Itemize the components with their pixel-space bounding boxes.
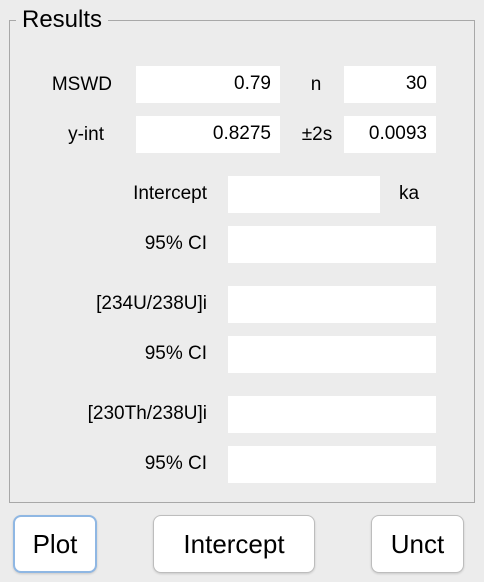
intercept-ci-field[interactable] — [228, 226, 436, 263]
n-label: n — [310, 74, 322, 95]
u234-u238-label: [234U/238U]i — [96, 293, 207, 314]
two-sigma-field[interactable]: 0.0093 — [344, 116, 436, 153]
u234-ci-label: 95% CI — [144, 343, 207, 364]
u234-u238-field[interactable] — [228, 286, 436, 323]
yint-label: y-int — [68, 124, 104, 145]
intercept-label: Intercept — [133, 183, 207, 204]
intercept-unit-label: ka — [399, 183, 420, 204]
plot-button[interactable]: Plot — [13, 515, 97, 573]
n-field[interactable]: 30 — [344, 66, 436, 103]
two-sigma-label: ±2s — [301, 124, 333, 145]
yint-field[interactable]: 0.8275 — [136, 116, 280, 153]
panel-title: Results — [16, 5, 109, 35]
intercept-button[interactable]: Intercept — [153, 515, 315, 573]
mswd-field[interactable]: 0.79 — [136, 66, 280, 103]
th230-u238-label: [230Th/238U]i — [87, 403, 207, 424]
th230-ci-field[interactable] — [228, 446, 436, 483]
intercept-ci-label: 95% CI — [144, 233, 207, 254]
u234-ci-field[interactable] — [228, 336, 436, 373]
th230-u238-field[interactable] — [228, 396, 436, 433]
unct-button[interactable]: Unct — [371, 515, 464, 573]
intercept-field[interactable] — [228, 176, 380, 213]
th230-ci-label: 95% CI — [144, 453, 207, 474]
mswd-label: MSWD — [51, 74, 112, 95]
